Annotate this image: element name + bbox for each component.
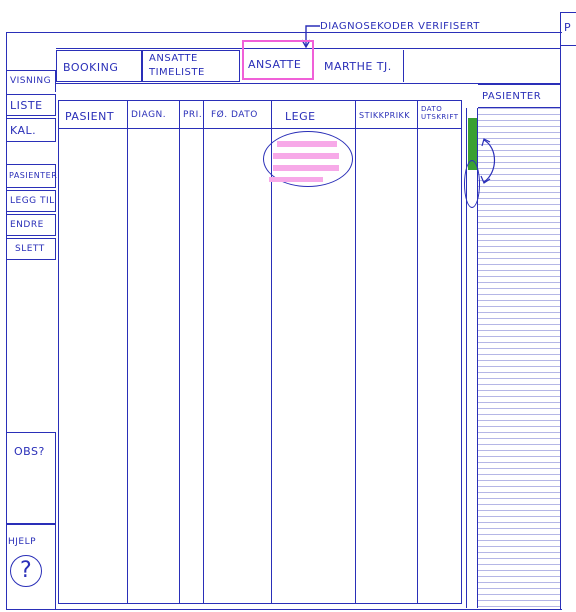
- corner-box: P: [560, 12, 576, 46]
- col-header-lege[interactable]: LEGE: [285, 110, 316, 123]
- help-box[interactable]: HJELP ?: [6, 524, 56, 610]
- corner-label: P: [564, 21, 572, 34]
- obs-box[interactable]: OBS?: [6, 432, 56, 524]
- sidebar-item-liste[interactable]: LISTE: [6, 94, 56, 116]
- col-header-dato-utskrift[interactable]: DATO UTSKRIFT: [421, 105, 461, 121]
- col-divider: [179, 101, 180, 603]
- col-divider: [203, 101, 204, 603]
- obs-label: OBS?: [14, 445, 45, 458]
- tab-booking[interactable]: BOOKING: [56, 50, 142, 82]
- sidebar-item-pasienter-label: PASIENTER: [9, 171, 58, 180]
- tab-ansatte-timeliste-label: ANSATTE TIMELISTE: [149, 53, 205, 78]
- col-header-stikkprikk[interactable]: STIKKPRIKK: [359, 111, 410, 120]
- lege-highlight-row: [269, 177, 323, 182]
- help-circle[interactable]: ?: [10, 555, 42, 587]
- sidebar-item-legg-til-label: LEGG TIL: [10, 196, 55, 206]
- sidebar-item-kal[interactable]: KAL.: [6, 118, 56, 142]
- right-edge: [560, 12, 561, 610]
- col-header-diagn[interactable]: DIAGN.: [131, 110, 166, 120]
- col-header-pri[interactable]: PRI.: [183, 110, 202, 120]
- sidebar-item-liste-label: LISTE: [10, 99, 43, 112]
- annotation-note: DIAGNOSEKODER VERIFISERT: [320, 21, 480, 32]
- tab-ansatte-label: ANSATTE: [248, 58, 302, 71]
- patient-list[interactable]: [478, 107, 560, 607]
- question-icon: ?: [20, 558, 32, 583]
- sidebar: VISNING LISTE KAL. PASIENTER LEGG TIL EN…: [6, 70, 58, 610]
- sidebar-item-visning-label: VISNING: [10, 76, 52, 86]
- col-divider: [355, 101, 356, 603]
- tab-marthe-tj[interactable]: MARTHE TJ.: [316, 50, 404, 82]
- col-header-fo-dato[interactable]: FØ. DATO: [211, 110, 258, 120]
- sidebar-item-slett[interactable]: SLETT: [6, 238, 56, 260]
- table-header: PASIENT DIAGN. PRI. FØ. DATO LEGE STIKKP…: [59, 101, 461, 129]
- main-table: PASIENT DIAGN. PRI. FØ. DATO LEGE STIKKP…: [58, 100, 462, 604]
- lege-highlight-row: [277, 141, 337, 147]
- patient-panel: PASIENTER: [478, 84, 560, 610]
- col-divider: [417, 101, 418, 603]
- sidebar-item-endre[interactable]: ENDRE: [6, 214, 56, 236]
- tab-ansatte[interactable]: ANSATTE: [242, 40, 314, 80]
- patient-panel-title: PASIENTER: [482, 91, 542, 102]
- sidebar-item-legg-til[interactable]: LEGG TIL: [6, 190, 56, 212]
- sidebar-item-pasienter[interactable]: PASIENTER: [6, 164, 58, 188]
- lege-highlight-row: [273, 153, 339, 159]
- sidebar-item-endre-label: ENDRE: [10, 220, 44, 230]
- help-label: HJELP: [8, 537, 37, 547]
- tab-ansatte-timeliste[interactable]: ANSATTE TIMELISTE: [142, 50, 240, 82]
- sidebar-item-visning[interactable]: VISNING: [6, 70, 56, 92]
- col-header-pasient[interactable]: PASIENT: [65, 110, 114, 123]
- tab-marthe-tj-label: MARTHE TJ.: [324, 60, 392, 73]
- top-line: [6, 32, 562, 33]
- col-divider: [127, 101, 128, 603]
- sidebar-item-kal-label: KAL.: [10, 124, 37, 137]
- sidebar-item-slett-label: SLETT: [15, 244, 45, 254]
- tab-booking-label: BOOKING: [63, 61, 119, 74]
- lege-highlight-row: [273, 165, 339, 171]
